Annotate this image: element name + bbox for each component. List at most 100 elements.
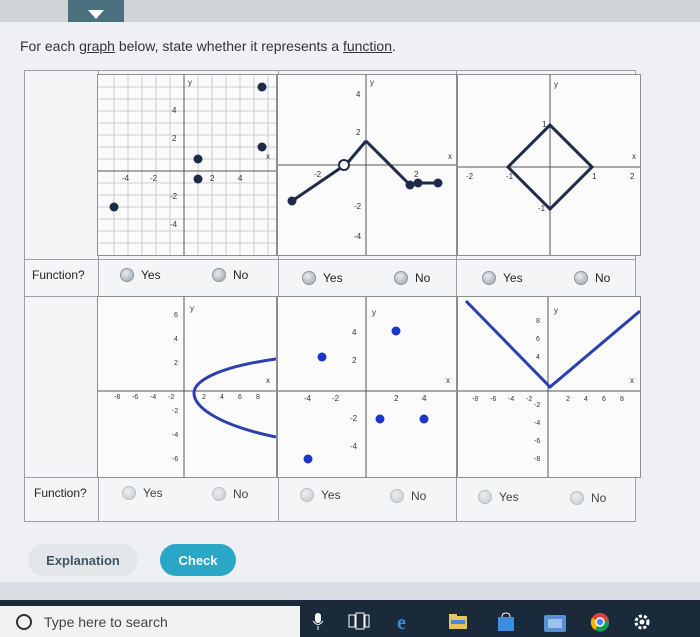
microphone-icon[interactable] (312, 612, 324, 630)
tick-label: -4 (172, 432, 178, 439)
graph-link[interactable]: graph (79, 38, 115, 54)
tick-label: 8 (620, 396, 624, 403)
graph-3-no[interactable]: No (574, 271, 610, 285)
radio-button[interactable] (570, 491, 584, 505)
tick-label: -6 (490, 396, 496, 403)
function-link[interactable]: function (343, 38, 392, 54)
plot-point (405, 180, 415, 190)
tick-label: 6 (238, 394, 242, 401)
tick-label: 2 (394, 394, 399, 403)
radio-button[interactable] (212, 487, 226, 501)
radio-button[interactable] (300, 488, 314, 502)
graph-4-yes[interactable]: Yes (122, 486, 163, 500)
axis-y-label: y (372, 308, 376, 317)
file-explorer-icon[interactable] (448, 612, 468, 630)
tick-label: -4 (304, 394, 312, 403)
radio-button[interactable] (574, 271, 588, 285)
radio-button[interactable] (122, 486, 136, 500)
tick-label: 2 (356, 128, 361, 137)
graph-1-yes[interactable]: Yes (120, 268, 161, 282)
question-suffix: . (392, 38, 396, 54)
tick-label: -2 (150, 174, 158, 183)
graph-3-yes[interactable]: Yes (482, 271, 523, 285)
tick-label: 2 (352, 356, 357, 365)
plot-point (193, 174, 203, 184)
photos-icon[interactable] (542, 612, 568, 634)
tick-label: 2 (414, 170, 419, 179)
graph-5-no[interactable]: No (390, 489, 426, 503)
tick-label: 2 (202, 394, 206, 401)
axis-x-label: x (266, 152, 270, 161)
plot-point (433, 178, 443, 188)
tick-label: -8 (534, 456, 540, 463)
tick-label: -6 (132, 394, 138, 401)
option-label: No (591, 491, 607, 505)
graph-1: y x 4 2 -2 -4 -4 -2 2 4 (97, 74, 277, 256)
chrome-icon[interactable] (590, 612, 610, 632)
tick-label: 2 (210, 174, 215, 183)
axis-x-label: x (448, 152, 452, 161)
check-button[interactable]: Check (160, 544, 236, 576)
plot-point (287, 196, 297, 206)
tick-label: -6 (172, 456, 178, 463)
grid-lines (98, 75, 276, 255)
graph-6-no[interactable]: No (570, 491, 606, 505)
task-view-icon[interactable] (348, 612, 370, 630)
tick-label: 2 (174, 360, 178, 367)
tick-label: 4 (536, 354, 540, 361)
axis-y-label: y (554, 80, 558, 89)
tick-label: 6 (174, 312, 178, 319)
graph-5-yes[interactable]: Yes (300, 488, 341, 502)
graph-6: y x 8 6 4 -2 -4 -6 -8 -8 -6 -4 -2 2 4 6 … (457, 296, 641, 478)
question-text: For each graph below, state whether it r… (20, 38, 396, 54)
plot-point (303, 454, 313, 464)
edge-icon[interactable]: e (396, 612, 416, 632)
plot-point (391, 326, 401, 336)
plot-open-point (338, 159, 350, 171)
radio-button[interactable] (212, 268, 226, 282)
chevron-down-icon (88, 10, 104, 19)
graph-4: y x 6 4 2 -2 -4 -6 -8 -6 -4 -2 2 4 6 8 (97, 296, 277, 478)
option-label: Yes (143, 486, 163, 500)
store-icon[interactable] (496, 612, 516, 632)
tick-label: -2 (172, 408, 178, 415)
graph-2: y x 4 2 -2 -4 -2 2 (277, 74, 457, 256)
tick-label: 4 (174, 336, 178, 343)
tick-label: -4 (354, 232, 362, 241)
axis-x-label: x (632, 152, 636, 161)
graph-1-no[interactable]: No (212, 268, 248, 282)
tick-label: -2 (526, 396, 532, 403)
tick-label: 2 (566, 396, 570, 403)
table-divider (25, 259, 635, 260)
svg-text:e: e (397, 612, 406, 632)
gear-icon[interactable] (632, 612, 652, 632)
question-prefix: For each (20, 38, 80, 54)
graph-2-yes[interactable]: Yes (302, 271, 343, 285)
row-1-label: Function? (32, 268, 85, 282)
radio-button[interactable] (478, 490, 492, 504)
tick-label: 6 (602, 396, 606, 403)
plot-point (375, 414, 385, 424)
plot-segment (364, 139, 412, 187)
radio-button[interactable] (120, 268, 134, 282)
plot-v-curve (464, 299, 640, 390)
explanation-button[interactable]: Explanation (28, 544, 138, 576)
tick-label: 4 (422, 394, 427, 403)
tick-label: -8 (114, 394, 120, 401)
radio-button[interactable] (390, 489, 404, 503)
plot-point (419, 414, 429, 424)
graph-4-no[interactable]: No (212, 487, 248, 501)
plot-point (193, 154, 203, 164)
tick-label: -2 (350, 414, 358, 423)
tick-label: -2 (314, 170, 322, 179)
tick-label: 6 (536, 336, 540, 343)
tick-label: -4 (150, 394, 156, 401)
radio-button[interactable] (302, 271, 316, 285)
graph-6-yes[interactable]: Yes (478, 490, 519, 504)
radio-button[interactable] (394, 271, 408, 285)
tick-label: -2 (354, 202, 362, 211)
taskbar-search[interactable]: Type here to search (0, 606, 300, 637)
radio-button[interactable] (482, 271, 496, 285)
tick-label: -8 (472, 396, 478, 403)
graph-2-no[interactable]: No (394, 271, 430, 285)
